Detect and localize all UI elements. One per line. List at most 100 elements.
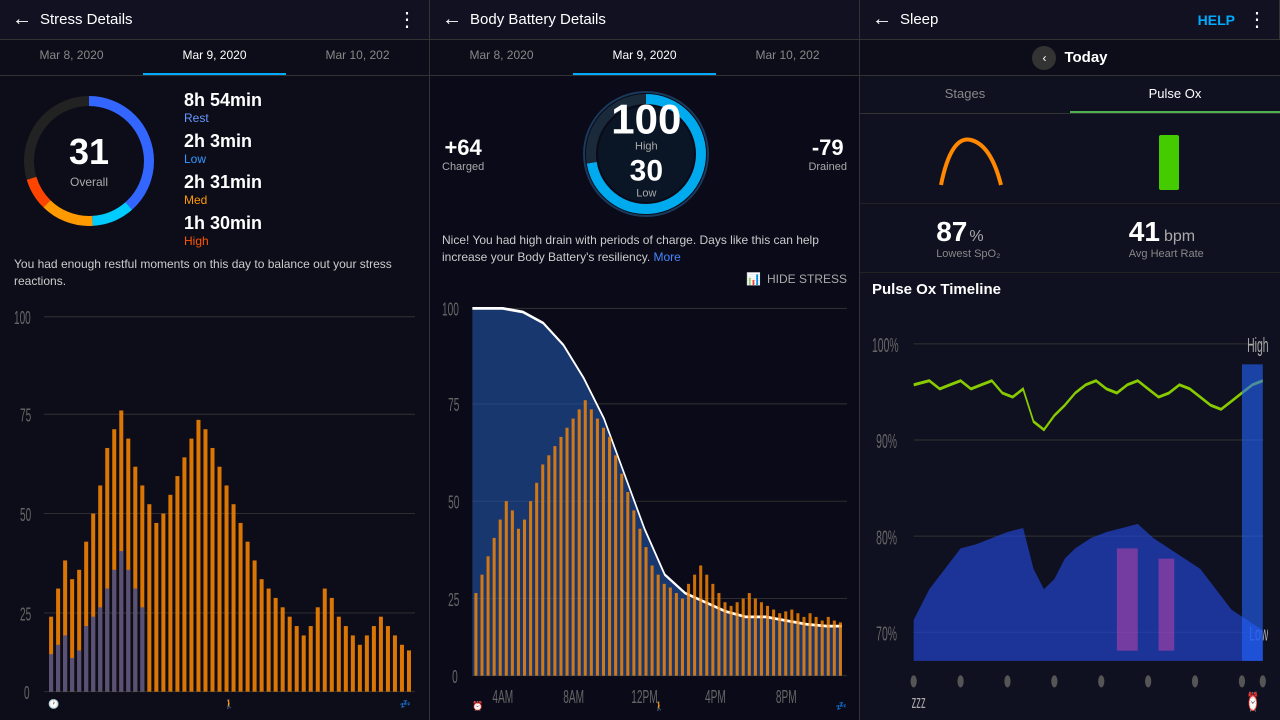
battery-chart-area: 100 75 50 25 0	[442, 290, 847, 712]
stress-title: Stress Details	[40, 11, 397, 28]
drained-label: Drained	[808, 161, 847, 173]
sleep-header: ← Sleep HELP ⋮	[860, 0, 1280, 39]
stress-clock-icon: 🕐	[48, 699, 59, 710]
spo2-label: Lowest SpO₂	[936, 248, 1000, 260]
stress-date-tabs: Mar 8, 2020 Mar 9, 2020 Mar 10, 202	[0, 40, 430, 75]
battery-date-2[interactable]: Mar 10, 202	[716, 40, 859, 75]
svg-text:High: High	[1247, 334, 1268, 357]
sleep-panel: Stages Pulse Ox	[860, 76, 1280, 720]
battery-low-value: 30	[611, 154, 681, 187]
svg-text:25: 25	[448, 591, 459, 611]
tab-pulse-ox[interactable]: Pulse Ox	[1070, 76, 1280, 113]
header-row: ← Stress Details ⋮ ← Body Battery Detail…	[0, 0, 1280, 40]
today-text: Today	[1064, 49, 1107, 66]
battery-high-value: 100	[611, 98, 681, 140]
battery-clock-icon: ⏰	[472, 701, 483, 712]
stat-rest: 8h 54min Rest	[184, 90, 262, 125]
stress-more-icon[interactable]: ⋮	[397, 7, 417, 32]
stress-chart-svg: 100 75 50 25 0	[14, 298, 415, 710]
pulse-ox-preview	[1129, 125, 1209, 195]
hide-stress-button[interactable]: 📊 HIDE STRESS	[442, 272, 847, 286]
stat-rest-label: Rest	[184, 111, 262, 125]
stages-preview	[931, 125, 1011, 195]
pulse-ox-title-area: Pulse Ox Timeline	[860, 273, 1280, 303]
vitals-row: 87 % Lowest SpO₂ 41 bpm Avg Heart Rate	[860, 204, 1280, 273]
svg-text:70%: 70%	[876, 623, 897, 646]
svg-text:100: 100	[14, 308, 31, 329]
stress-x-labels: 🕐 🚶 💤	[44, 699, 415, 710]
stat-med-time: 2h 31min	[184, 172, 262, 193]
stress-sleep-stats: 8h 54min Rest 2h 3min Low 2h 31min Med 1…	[184, 86, 262, 248]
stress-description: You had enough restful moments on this d…	[14, 256, 415, 290]
sleep-back-icon[interactable]: ←	[872, 8, 892, 31]
heart-rate-unit: bpm	[1164, 228, 1195, 246]
battery-date-1[interactable]: Mar 9, 2020	[573, 40, 716, 75]
stress-donut-chart: 31 Overall	[14, 86, 164, 236]
stress-top-area: 31 Overall 8h 54min Rest 2h 3min Low	[14, 86, 415, 248]
charged-value: +64	[442, 135, 484, 161]
stat-med: 2h 31min Med	[184, 172, 262, 207]
battery-panel: +64 Charged 100	[430, 76, 860, 720]
heart-rate-value: 41	[1129, 216, 1160, 248]
battery-title: Body Battery Details	[470, 11, 847, 28]
tab-stages[interactable]: Stages	[860, 76, 1070, 113]
stress-date-0[interactable]: Mar 8, 2020	[0, 40, 143, 75]
battery-more-link[interactable]: More	[654, 250, 681, 264]
sleep-more-icon[interactable]: ⋮	[1247, 7, 1267, 32]
charged-label: Charged	[442, 161, 484, 173]
battery-date-0[interactable]: Mar 8, 2020	[430, 40, 573, 75]
battery-center-display: 100 High 30 Low	[611, 98, 681, 199]
stat-high-time: 1h 30min	[184, 213, 262, 234]
battery-top-area: +64 Charged 100	[442, 84, 847, 224]
pulse-ox-title: Pulse Ox Timeline	[872, 281, 1001, 298]
sleep-prev-btn[interactable]: ‹	[1032, 46, 1056, 70]
svg-text:75: 75	[448, 396, 459, 416]
drained-value: -79	[808, 135, 847, 161]
spo2-stat: 87 % Lowest SpO₂	[936, 216, 1000, 260]
spo2-value: 87	[936, 216, 967, 248]
svg-text:90%: 90%	[876, 431, 897, 454]
stress-date-2[interactable]: Mar 10, 202	[286, 40, 429, 75]
stat-low-time: 2h 3min	[184, 131, 262, 152]
battery-gauge: 100 High 30 Low	[576, 84, 716, 224]
svg-text:⏰: ⏰	[1247, 690, 1259, 712]
pulse-ox-preview-svg	[1129, 125, 1209, 195]
battery-back-icon[interactable]: ←	[442, 8, 462, 31]
battery-walk-icon: 🚶	[654, 701, 665, 712]
heart-rate-stat: 41 bpm Avg Heart Rate	[1129, 216, 1204, 260]
svg-text:75: 75	[20, 405, 31, 426]
drained-box: -79 Drained	[808, 135, 847, 173]
stat-med-label: Med	[184, 193, 262, 207]
battery-date-tabs: Mar 8, 2020 Mar 9, 2020 Mar 10, 202	[430, 40, 860, 75]
battery-chart-svg: 100 75 50 25 0	[442, 290, 847, 712]
pulse-ox-chart-svg: 100% 90% 80% 70% High Low	[872, 303, 1268, 712]
stress-header: ← Stress Details ⋮	[0, 0, 430, 39]
sleep-title: Sleep	[900, 11, 1198, 28]
stress-zzz-icon: 💤	[400, 699, 411, 710]
today-label-container: ‹ Today	[860, 40, 1280, 75]
chart-icon: 📊	[746, 272, 761, 286]
stat-rest-time: 8h 54min	[184, 90, 262, 111]
stress-back-icon[interactable]: ←	[12, 8, 32, 31]
stress-person-icon: 🚶	[224, 699, 235, 710]
svg-text:100: 100	[442, 300, 459, 320]
battery-x-icons: ⏰ 🚶 💤	[472, 701, 847, 712]
heart-rate-label: Avg Heart Rate	[1129, 248, 1204, 260]
stat-low: 2h 3min Low	[184, 131, 262, 166]
svg-text:0: 0	[452, 668, 458, 688]
spo2-pct: %	[969, 228, 983, 246]
svg-text:100%: 100%	[872, 334, 899, 357]
battery-header: ← Body Battery Details	[430, 0, 860, 39]
help-link[interactable]: HELP	[1198, 12, 1235, 28]
pulse-ox-chart-area: 100% 90% 80% 70% High Low	[860, 303, 1280, 720]
battery-description: Nice! You had high drain with periods of…	[442, 232, 847, 266]
app-wrapper: ← Stress Details ⋮ ← Body Battery Detail…	[0, 0, 1280, 720]
stat-high-label: High	[184, 234, 262, 248]
sleep-tabs: Stages Pulse Ox	[860, 76, 1280, 114]
svg-text:50: 50	[20, 504, 31, 525]
stress-score: 31 Overall	[69, 131, 109, 191]
stress-chart-area: 100 75 50 25 0	[14, 298, 415, 710]
svg-text:50: 50	[448, 493, 459, 513]
stress-date-1[interactable]: Mar 9, 2020	[143, 40, 286, 75]
svg-text:zzz: zzz	[912, 693, 926, 712]
